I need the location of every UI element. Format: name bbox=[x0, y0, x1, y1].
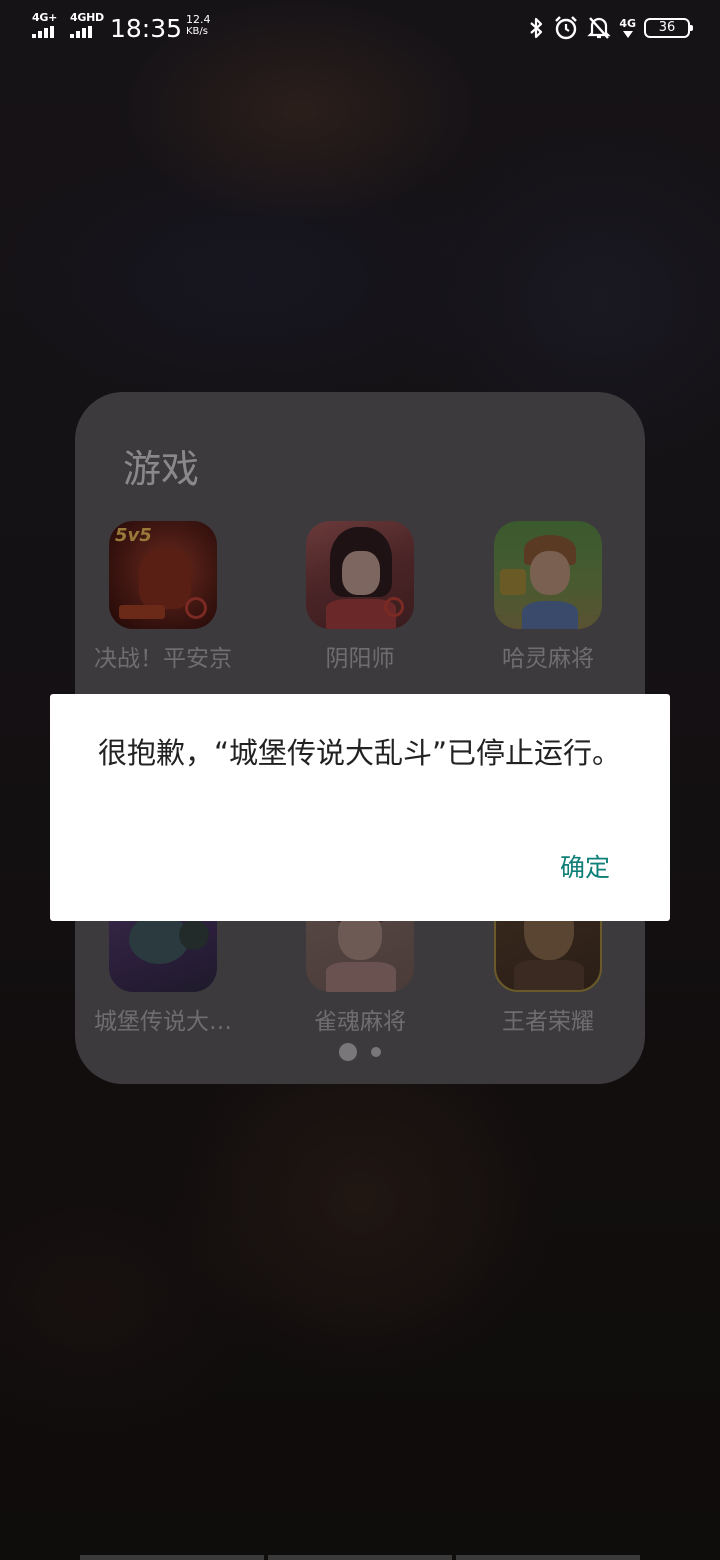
data-network-label: 4G bbox=[619, 16, 636, 30]
net-speed-value: 12.4 bbox=[186, 13, 211, 26]
sim2-network-label: 4GHD bbox=[70, 11, 104, 24]
battery-level: 36 bbox=[658, 20, 676, 35]
app-onmyoji-arena[interactable]: 5v5 决战！平安京 bbox=[68, 521, 258, 673]
app-onmyoji[interactable]: 阴阳师 bbox=[265, 521, 455, 673]
nav-segment bbox=[80, 1555, 264, 1560]
page-dot bbox=[371, 1047, 381, 1057]
app-badge: 5v5 bbox=[115, 525, 152, 546]
onmyoji-icon bbox=[306, 521, 414, 629]
page-dot-active bbox=[339, 1043, 357, 1061]
net-speed-unit: KB/s bbox=[186, 26, 208, 37]
nav-segment bbox=[456, 1555, 640, 1560]
status-icons: 4G 36 bbox=[527, 14, 693, 42]
app-label: 雀魂麻将 bbox=[314, 1009, 406, 1035]
app-stopped-dialog: 很抱歉，“城堡传说大乱斗”已停止运行。 确定 bbox=[50, 694, 670, 921]
data-arrows-icon bbox=[622, 30, 633, 38]
app-label: 决战！平安京 bbox=[94, 646, 232, 672]
app-label: 城堡传说大… bbox=[94, 1009, 232, 1035]
dialog-message: 很抱歉，“城堡传说大乱斗”已停止运行。 bbox=[98, 736, 622, 770]
mute-icon bbox=[587, 17, 611, 39]
page-indicator bbox=[75, 1043, 645, 1061]
app-label: 阴阳师 bbox=[325, 646, 395, 672]
nav-segment bbox=[268, 1555, 452, 1560]
app-haling-mahjong[interactable]: 哈灵麻将 bbox=[453, 521, 643, 673]
signal-bars-icon bbox=[32, 26, 54, 38]
onmyoji-arena-icon: 5v5 bbox=[109, 521, 217, 629]
sim1-signal: 4G+ bbox=[32, 12, 57, 38]
navigation-bar bbox=[80, 1555, 640, 1560]
alarm-icon bbox=[555, 16, 578, 40]
sim2-signal: 4GHD bbox=[70, 12, 104, 38]
net-speed: 12.4 KB/s bbox=[186, 14, 211, 38]
ok-button[interactable]: 确定 bbox=[560, 848, 610, 884]
battery-icon: 36 bbox=[644, 18, 693, 38]
folder-title[interactable]: 游戏 bbox=[123, 438, 199, 493]
haling-mahjong-icon bbox=[494, 521, 602, 629]
signal-bars-icon bbox=[70, 26, 92, 38]
app-label: 王者荣耀 bbox=[502, 1009, 594, 1035]
app-label: 哈灵麻将 bbox=[502, 646, 594, 672]
data-network: 4G bbox=[619, 18, 636, 39]
sim1-network-label: 4G+ bbox=[32, 11, 57, 24]
status-bar: 4G+ 4GHD 18:35 12.4 KB/s 4G 36 bbox=[0, 0, 720, 58]
clock: 18:35 bbox=[110, 14, 183, 43]
bluetooth-icon bbox=[530, 17, 543, 39]
